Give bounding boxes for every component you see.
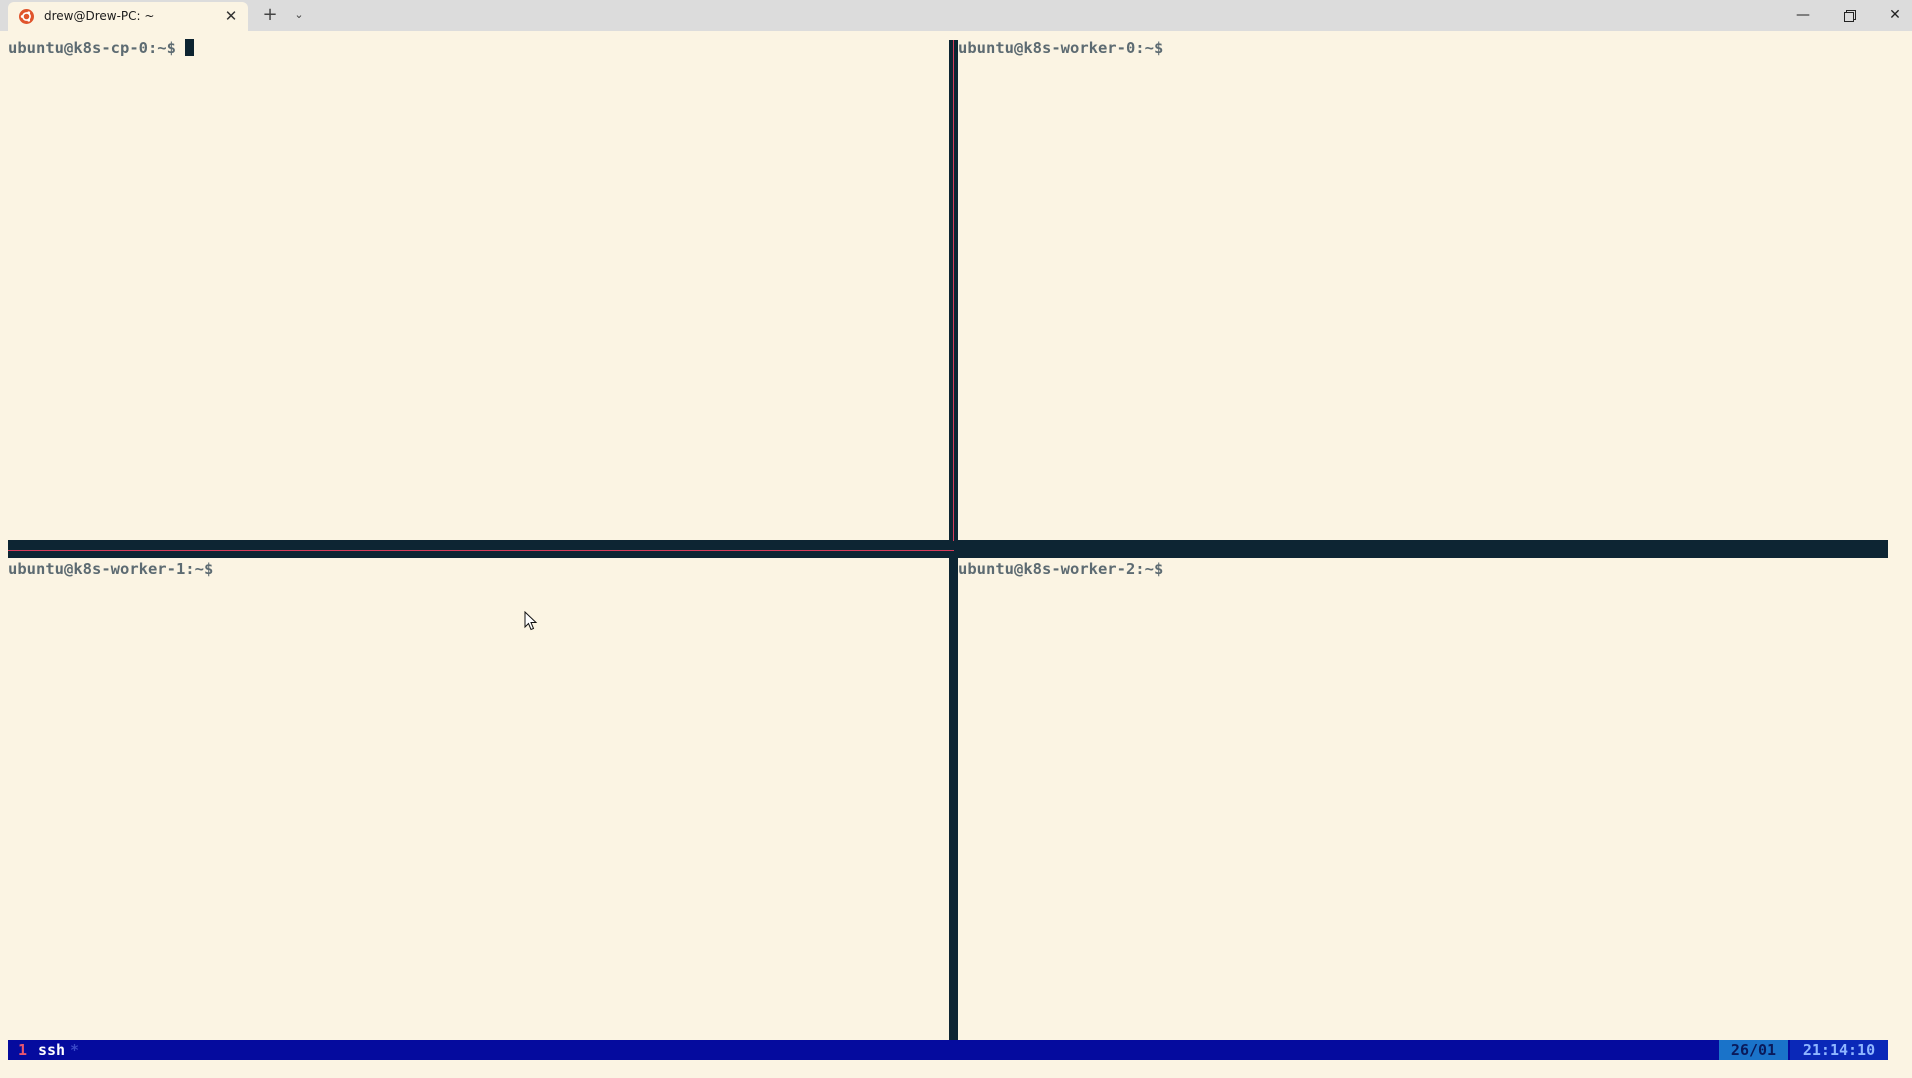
window-name[interactable]: ssh [38, 1041, 65, 1059]
close-window-button[interactable]: ✕ [1872, 0, 1912, 31]
minimize-button[interactable]: — [1780, 0, 1826, 31]
shell-prompt: ubuntu@k8s-worker-2:~$ [958, 560, 1164, 578]
shell-prompt: ubuntu@k8s-worker-1:~$ [8, 560, 214, 578]
terminal-tab[interactable]: drew@Drew-PC: ~ ✕ [8, 2, 248, 31]
status-date: 26/01 [1719, 1040, 1788, 1060]
shell-prompt: ubuntu@k8s-cp-0:~$ [8, 39, 194, 57]
title-bar: drew@Drew-PC: ~ ✕ + ⌄ — ✕ [0, 0, 1912, 31]
active-pane-border-horizontal [8, 550, 954, 551]
shell-prompt: ubuntu@k8s-worker-0:~$ [958, 39, 1164, 57]
status-time: 21:14:10 [1790, 1040, 1888, 1060]
pane-bottom-left[interactable]: ubuntu@k8s-worker-1:~$ [8, 560, 948, 1040]
mouse-pointer-icon [524, 611, 538, 631]
close-tab-button[interactable]: ✕ [221, 6, 241, 26]
tmux-status-bar: 1 ssh * 26/01 21:14:10 [8, 1040, 1888, 1060]
pane-bottom-right[interactable]: ubuntu@k8s-worker-2:~$ [958, 560, 1888, 1040]
horizontal-pane-border[interactable] [8, 540, 1888, 558]
pane-top-left[interactable]: ubuntu@k8s-cp-0:~$ [8, 39, 948, 539]
window-flag: * [70, 1041, 80, 1059]
new-tab-button[interactable]: + [260, 4, 280, 26]
active-pane-border-vertical [953, 40, 954, 541]
tab-title: drew@Drew-PC: ~ [44, 9, 155, 23]
restore-button[interactable] [1826, 0, 1872, 31]
text-cursor [184, 39, 194, 56]
tab-dropdown-button[interactable]: ⌄ [289, 4, 309, 26]
window-index[interactable]: 1 [18, 1041, 27, 1059]
pane-top-right[interactable]: ubuntu@k8s-worker-0:~$ [958, 39, 1888, 539]
ubuntu-icon [19, 9, 34, 24]
